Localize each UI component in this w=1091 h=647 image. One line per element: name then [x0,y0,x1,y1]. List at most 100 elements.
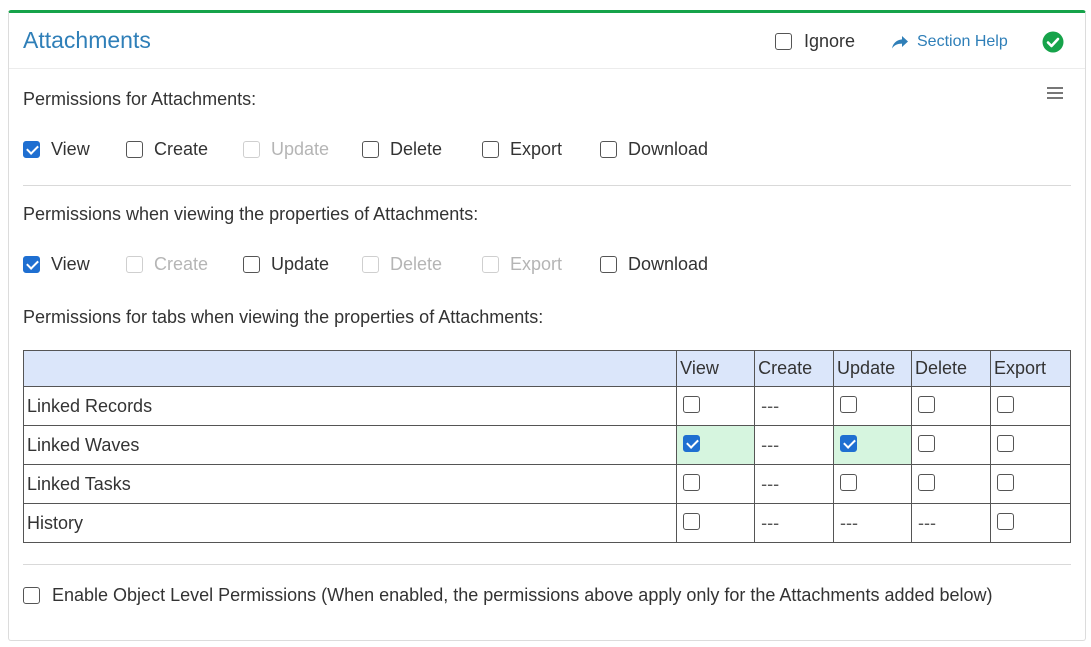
permission-cell-update [833,386,913,426]
attachments-download-box[interactable] [600,140,617,158]
permission-cell-delete: --- [911,503,991,543]
column-header-view: View [676,350,756,387]
permission-checkbox-delete[interactable] [918,434,936,452]
not-applicable-text: --- [761,512,780,533]
properties-view-checkbox[interactable]: View [23,252,90,276]
permission-checkbox-view[interactable] [683,434,701,452]
properties-view-box[interactable] [23,255,40,273]
attachments-view-box[interactable] [23,140,40,158]
permission-cell-export [989,464,1072,504]
properties-create-label: Create [154,253,209,274]
permission-checkbox-export[interactable] [996,395,1014,413]
permission-checkbox-view[interactable] [683,512,701,530]
properties-download-checkbox[interactable]: Download [600,252,708,276]
properties-update-box[interactable] [243,255,260,273]
properties-export-checkbox: Export [482,252,562,276]
object-level-permissions-box[interactable] [23,586,40,604]
permission-checkbox-view[interactable] [683,395,701,413]
properties-delete-label: Delete [390,253,443,274]
properties-download-box[interactable] [600,255,617,273]
column-header-export: Export [989,350,1072,387]
attachments-export-label: Export [510,138,563,159]
permission-checkbox-delete[interactable] [918,473,936,491]
properties-update-checkbox[interactable]: Update [243,252,329,276]
permission-cell-view [676,503,756,543]
permission-cell-delete [911,464,991,504]
properties-download-label: Download [628,253,709,274]
permission-cell-delete [911,386,991,426]
tab-name-cell: Linked Waves [22,425,678,465]
properties-create-box [126,255,143,273]
properties-export-label: Export [510,253,563,274]
not-applicable-text: --- [840,512,859,533]
permission-checkbox-update[interactable] [840,473,858,491]
attachments-update-checkbox: Update [243,137,329,161]
ignore-label: Ignore [804,30,856,51]
tab-name-cell: Linked Records [22,386,678,426]
properties-update-label: Update [271,253,330,274]
permission-cell-update [833,464,913,504]
permission-cell-update [833,425,913,465]
attachments-create-box[interactable] [126,140,143,158]
properties-permissions-label: Permissions when viewing the properties … [23,204,479,224]
permission-checkbox-export[interactable] [996,512,1014,530]
permission-cell-delete [911,425,991,465]
ignore-checkbox[interactable]: Ignore [775,30,855,52]
permission-cell-create: --- [754,503,835,543]
section-help-link[interactable]: Section Help [891,31,1008,53]
column-header-delete: Delete [911,350,991,387]
check-circle-icon [1042,31,1064,53]
permission-cell-create: --- [754,464,835,504]
properties-view-label: View [51,253,90,274]
table-row: Linked Waves --- [22,425,1072,465]
properties-delete-box [362,255,379,273]
permission-cell-export [989,503,1072,543]
attachments-export-box[interactable] [482,140,499,158]
tabs-permissions-table: View Create Update Delete Export Linked … [22,350,1072,543]
tab-name-cell: History [22,503,678,543]
not-applicable-text: --- [761,434,780,455]
share-arrow-icon [892,35,908,48]
attachments-export-checkbox[interactable]: Export [482,137,562,161]
attachments-view-checkbox[interactable]: View [23,137,90,161]
attachments-delete-box[interactable] [362,140,379,158]
permission-cell-update: --- [833,503,913,543]
object-level-permissions-label: Enable Object Level Permissions (When en… [52,584,993,605]
table-header-row: View Create Update Delete Export [22,350,1072,387]
attachments-permissions-label: Permissions for Attachments: [23,89,257,109]
attachments-delete-label: Delete [390,138,443,159]
permission-checkbox-delete[interactable] [918,395,936,413]
permission-cell-view [676,425,756,465]
object-level-permissions-checkbox[interactable]: Enable Object Level Permissions (When en… [23,583,993,607]
tab-name-cell: Linked Tasks [22,464,678,504]
table-row: Linked Records --- [22,386,1072,426]
panel-title: Attachments [23,27,151,53]
not-applicable-text: --- [761,473,780,494]
attachments-panel: Attachments Ignore Section Help Permissi… [8,10,1086,641]
hamburger-menu-icon[interactable] [1047,86,1063,100]
permission-checkbox-export[interactable] [996,473,1014,491]
permission-checkbox-update[interactable] [840,395,858,413]
attachments-download-checkbox[interactable]: Download [600,137,708,161]
attachments-update-box [243,140,260,158]
divider [23,564,1071,565]
attachments-permissions-row: View Create Update Delete Export Download [23,137,1023,161]
properties-delete-checkbox: Delete [362,252,442,276]
permission-checkbox-view[interactable] [683,473,701,491]
permission-cell-export [989,425,1072,465]
permission-checkbox-export[interactable] [996,434,1014,452]
not-applicable-text: --- [761,395,780,416]
permission-checkbox-update[interactable] [840,434,858,452]
divider [23,185,1071,186]
attachments-create-checkbox[interactable]: Create [126,137,208,161]
permission-cell-export [989,386,1072,426]
tabs-permissions-label: Permissions for tabs when viewing the pr… [23,307,544,327]
section-help-label: Section Help [917,33,1008,50]
properties-export-box [482,255,499,273]
attachments-view-label: View [51,138,90,159]
attachments-delete-checkbox[interactable]: Delete [362,137,442,161]
attachments-update-label: Update [271,138,330,159]
ignore-checkbox-box[interactable] [775,32,792,50]
attachments-download-label: Download [628,138,709,159]
permission-cell-view [676,464,756,504]
